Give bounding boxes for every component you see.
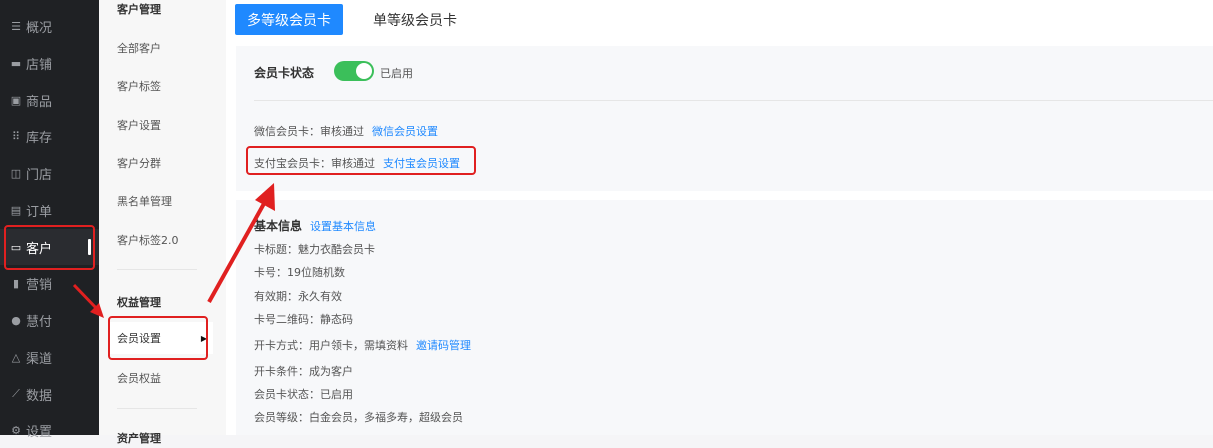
annotation-arrows: [72, 183, 275, 318]
arrow-to-alipay-row: [207, 183, 275, 303]
arrow-to-member-settings: [72, 283, 104, 318]
